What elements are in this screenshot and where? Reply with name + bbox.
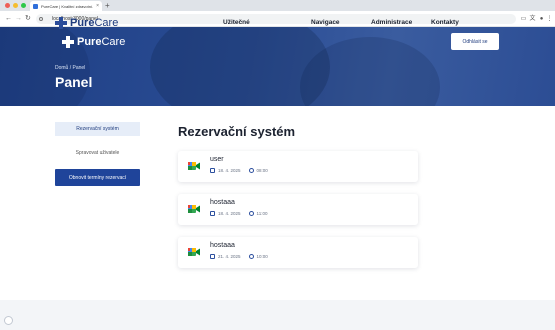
google-meet-icon <box>188 205 200 213</box>
logo-text-light: Care <box>101 36 126 48</box>
minimize-window-icon[interactable] <box>13 3 18 8</box>
logo-text-light: Care <box>94 17 119 29</box>
logo-text-bold: Pure <box>70 17 95 29</box>
footer-heading-contacts: Kontakty <box>431 19 459 26</box>
page-title: Panel <box>55 74 93 90</box>
profile-icon[interactable]: ● <box>538 16 545 22</box>
logout-button[interactable]: Odhlásit se <box>451 33 499 50</box>
sidebar-item-manage-users[interactable]: Spravovat uživatele <box>55 146 140 160</box>
reservation-card[interactable]: hostaaa 21. 4. 2025 10:00 <box>178 237 418 268</box>
reservation-time: 08:00 <box>256 168 268 173</box>
refresh-reservations-button[interactable]: Obnovit termíny rezervací <box>55 169 140 186</box>
reservation-card[interactable]: user 18. 4. 2025 08:00 <box>178 151 418 182</box>
footer-heading-navigation: Navigace <box>311 19 340 26</box>
back-icon[interactable]: ← <box>5 15 12 23</box>
forward-icon[interactable]: → <box>15 15 22 23</box>
reload-icon[interactable]: ↻ <box>25 15 31 23</box>
logo[interactable]: PureCare <box>62 36 125 48</box>
logo-cross-icon <box>62 36 74 48</box>
google-meet-icon <box>188 248 200 256</box>
cast-icon[interactable]: ▭ <box>520 16 527 22</box>
reservation-date: 18. 4. 2025 <box>218 211 241 216</box>
new-tab-icon[interactable]: + <box>105 1 110 10</box>
footer-heading-admin: Administrace <box>371 19 413 26</box>
calendar-icon <box>210 168 215 173</box>
clock-icon <box>248 211 254 216</box>
reservation-card[interactable]: hostaaa 18. 4. 2025 11:00 <box>178 194 418 225</box>
footer <box>0 300 555 330</box>
reservation-time: 11:00 <box>256 211 268 216</box>
google-meet-icon <box>188 162 200 170</box>
section-title: Rezervační systém <box>178 124 296 139</box>
browser-tab[interactable]: PureCare | Kvalitní zdravotní... × <box>30 1 102 11</box>
site-info-icon[interactable] <box>39 17 43 21</box>
clock-icon <box>248 254 254 259</box>
footer-heading-useful: Užitečné <box>223 19 250 26</box>
tab-close-icon[interactable]: × <box>96 3 99 9</box>
reservation-time: 10:00 <box>256 254 268 259</box>
menu-icon[interactable]: ⋮ <box>546 16 553 22</box>
calendar-icon <box>210 254 215 259</box>
clock-icon <box>248 168 254 173</box>
maximize-window-icon[interactable] <box>21 3 26 8</box>
tab-title: PureCare | Kvalitní zdravotní... <box>41 3 94 9</box>
reservation-date: 21. 4. 2025 <box>218 254 241 259</box>
translate-icon[interactable]: 文 <box>529 16 536 22</box>
logo-text-bold: Pure <box>77 36 102 48</box>
calendar-icon <box>210 211 215 216</box>
reservation-name: user <box>210 156 224 163</box>
logo-cross-icon <box>55 17 67 29</box>
reservation-date: 18. 4. 2025 <box>218 168 241 173</box>
window-controls[interactable] <box>5 3 26 8</box>
sidebar-item-reservations[interactable]: Rezervační systém <box>55 122 140 136</box>
browser-tabbar: PureCare | Kvalitní zdravotní... × + <box>0 0 555 11</box>
breadcrumb[interactable]: Domů / Panel <box>55 65 85 71</box>
close-window-icon[interactable] <box>5 3 10 8</box>
accessibility-icon[interactable] <box>4 316 13 325</box>
reservation-name: hostaaa <box>210 199 235 206</box>
favicon-icon <box>33 3 38 9</box>
footer-logo[interactable]: PureCare <box>55 17 118 29</box>
reservation-name: hostaaa <box>210 242 235 249</box>
